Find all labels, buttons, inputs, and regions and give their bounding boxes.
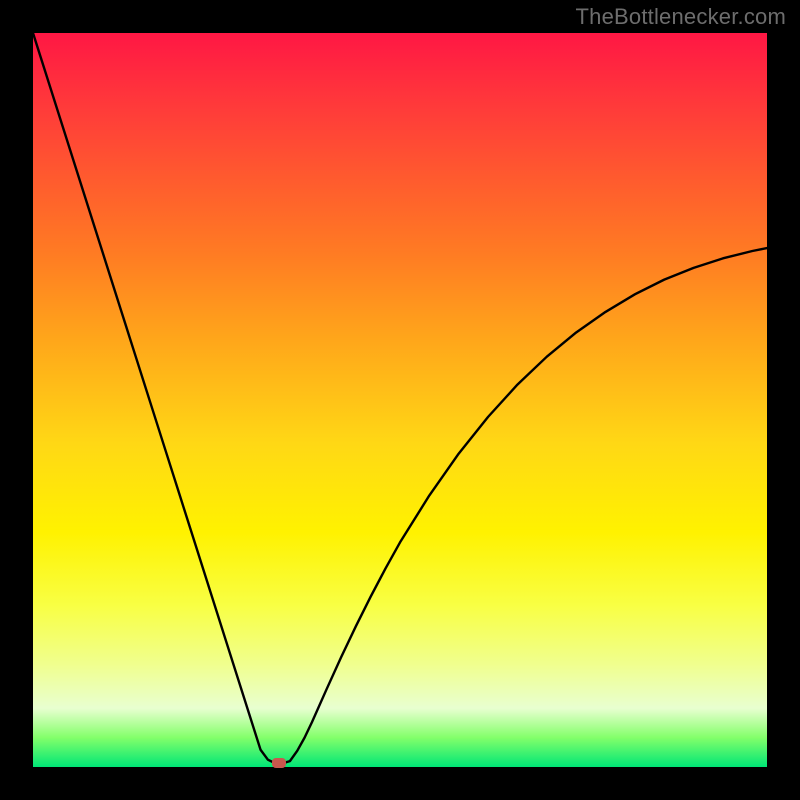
plot-area	[33, 33, 767, 767]
watermark-text: TheBottlenecker.com	[576, 4, 786, 30]
chart-container: TheBottlenecker.com	[0, 0, 800, 800]
bottleneck-marker	[272, 758, 286, 768]
chart-curve	[33, 33, 767, 767]
